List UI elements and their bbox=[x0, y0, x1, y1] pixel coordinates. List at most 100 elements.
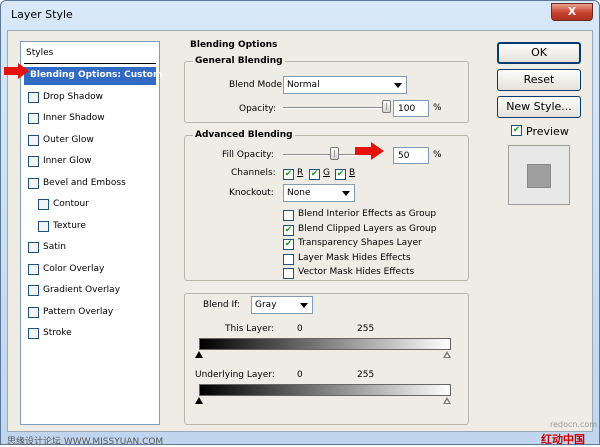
option-checkbox[interactable] bbox=[283, 253, 294, 265]
style-checkbox[interactable] bbox=[38, 199, 49, 210]
style-item[interactable]: Color Overlay bbox=[24, 261, 156, 279]
option-checkbox[interactable] bbox=[283, 210, 294, 221]
new-style-button[interactable]: New Style... bbox=[497, 96, 581, 118]
channel-checkbox-b[interactable]: ✔ bbox=[335, 169, 346, 180]
this-layer-label: This Layer: bbox=[225, 324, 275, 334]
style-item-label: Inner Shadow bbox=[43, 113, 105, 123]
preview-label: Preview bbox=[526, 125, 569, 138]
opacity-unit: % bbox=[433, 103, 442, 113]
title-bar[interactable]: Layer Style X bbox=[1, 1, 599, 29]
watermark-left: 思缘设计论坛 WWW.MISSYUAN.COM bbox=[7, 437, 164, 447]
this-layer-white-slider[interactable] bbox=[443, 351, 451, 358]
check-icon: ✔ bbox=[512, 125, 521, 135]
style-item-label: Satin bbox=[43, 242, 66, 252]
arrow-right-icon bbox=[355, 142, 384, 160]
style-item[interactable]: Contour bbox=[24, 196, 156, 214]
check-icon: ✔ bbox=[284, 224, 293, 235]
style-checkbox[interactable] bbox=[28, 328, 39, 339]
option-label: Blend Interior Effects as Group bbox=[298, 209, 437, 219]
blend-mode-select[interactable]: Normal bbox=[283, 76, 407, 94]
style-item-label: Color Overlay bbox=[43, 263, 105, 274]
style-checkbox[interactable] bbox=[28, 156, 39, 167]
blend-if-group: Blend If: Gray This Layer: 0 255 Underly… bbox=[184, 293, 469, 425]
style-item-label: Texture bbox=[53, 220, 86, 231]
blend-if-value: Gray bbox=[255, 300, 277, 310]
underlying-layer-white-slider[interactable] bbox=[443, 397, 451, 404]
advanced-blending-group: Advanced Blending Fill Opacity: 50 % Cha… bbox=[184, 130, 469, 281]
underlying-layer-gradient bbox=[199, 384, 451, 396]
style-checkbox[interactable] bbox=[38, 220, 49, 232]
style-checkbox[interactable] bbox=[28, 134, 39, 146]
styles-header[interactable]: Styles bbox=[24, 44, 156, 64]
style-checkbox[interactable] bbox=[28, 285, 39, 296]
knockout-value: None bbox=[287, 188, 311, 198]
check-icon: ✔ bbox=[284, 239, 293, 250]
channel-label: R bbox=[297, 168, 304, 178]
style-checkbox[interactable] bbox=[28, 177, 39, 189]
ok-button[interactable]: OK bbox=[497, 42, 581, 64]
style-item-label: Drop Shadow bbox=[43, 91, 104, 102]
general-blending-title: General Blending bbox=[193, 56, 285, 66]
this-layer-min: 0 bbox=[297, 324, 303, 334]
this-layer-black-slider[interactable] bbox=[195, 351, 203, 358]
style-checkbox[interactable] bbox=[28, 306, 39, 318]
layer-style-dialog: Layer Style X Styles Blending Options: C… bbox=[0, 0, 600, 447]
blend-mode-value: Normal bbox=[287, 80, 320, 90]
style-checkbox[interactable] bbox=[28, 113, 39, 124]
style-item[interactable]: Texture bbox=[24, 218, 156, 236]
style-item[interactable]: Gradient Overlay bbox=[24, 282, 156, 300]
arrow-right-icon bbox=[4, 63, 29, 79]
check-icon: ✔ bbox=[310, 169, 319, 179]
knockout-select[interactable]: None bbox=[283, 184, 355, 202]
opacity-slider-track[interactable] bbox=[283, 107, 387, 109]
style-item[interactable]: Stroke bbox=[24, 325, 156, 343]
style-item-label: Gradient Overlay bbox=[43, 285, 121, 295]
fill-opacity-input[interactable]: 50 bbox=[393, 147, 429, 164]
reset-button[interactable]: Reset bbox=[497, 69, 581, 91]
chevron-down-icon bbox=[394, 83, 402, 88]
style-item[interactable]: Blending Options: Custom bbox=[24, 67, 162, 85]
this-layer-max: 255 bbox=[357, 324, 375, 334]
underlying-layer-max: 255 bbox=[357, 370, 375, 380]
blending-options-title: Blending Options bbox=[188, 40, 280, 50]
style-item[interactable]: Inner Shadow bbox=[24, 110, 156, 128]
channel-label: B bbox=[349, 168, 356, 178]
channels-label: Channels: bbox=[231, 168, 276, 178]
style-checkbox[interactable] bbox=[28, 242, 39, 253]
opacity-input[interactable]: 100 bbox=[393, 100, 429, 117]
style-item[interactable]: Satin bbox=[24, 239, 156, 257]
chevron-down-icon bbox=[300, 303, 308, 308]
fill-opacity-slider-track[interactable] bbox=[283, 154, 359, 156]
style-item[interactable]: Outer Glow bbox=[24, 132, 156, 150]
preview-swatch bbox=[527, 164, 551, 188]
option-checkbox[interactable] bbox=[283, 268, 294, 280]
underlying-layer-min: 0 bbox=[297, 370, 303, 380]
option-label: Layer Mask Hides Effects bbox=[298, 252, 411, 263]
preview-checkbox[interactable]: ✔ bbox=[511, 125, 522, 136]
dialog-body: Styles Blending Options: Custom Drop Shad… bbox=[7, 30, 593, 432]
opacity-label: Opacity: bbox=[239, 104, 276, 114]
fill-opacity-label: Fill Opacity: bbox=[222, 150, 274, 160]
style-checkbox[interactable] bbox=[28, 91, 39, 103]
option-checkbox[interactable]: ✔ bbox=[283, 239, 294, 251]
blend-if-label: Blend If: bbox=[203, 300, 241, 310]
underlying-layer-label: Underlying Layer: bbox=[195, 370, 275, 380]
blend-if-select[interactable]: Gray bbox=[251, 296, 313, 314]
option-checkbox[interactable]: ✔ bbox=[283, 224, 294, 236]
style-item[interactable]: Drop Shadow bbox=[24, 89, 156, 107]
style-checkbox[interactable] bbox=[28, 263, 39, 275]
underlying-layer-black-slider[interactable] bbox=[195, 397, 203, 404]
opacity-slider-thumb[interactable] bbox=[382, 100, 391, 113]
fill-opacity-slider-thumb[interactable] bbox=[330, 147, 339, 160]
this-layer-gradient bbox=[199, 338, 451, 350]
style-item[interactable]: Inner Glow bbox=[24, 153, 156, 171]
style-item[interactable]: Bevel and Emboss bbox=[24, 175, 156, 193]
channel-checkbox-r[interactable]: ✔ bbox=[283, 169, 294, 180]
close-button[interactable]: X bbox=[551, 3, 593, 21]
check-icon: ✔ bbox=[284, 169, 293, 179]
style-item-label: Blending Options: Custom bbox=[30, 70, 163, 80]
style-item[interactable]: Pattern Overlay bbox=[24, 304, 156, 322]
channel-checkbox-g[interactable]: ✔ bbox=[309, 169, 320, 180]
style-preview bbox=[508, 145, 570, 205]
advanced-blending-title: Advanced Blending bbox=[193, 130, 295, 140]
